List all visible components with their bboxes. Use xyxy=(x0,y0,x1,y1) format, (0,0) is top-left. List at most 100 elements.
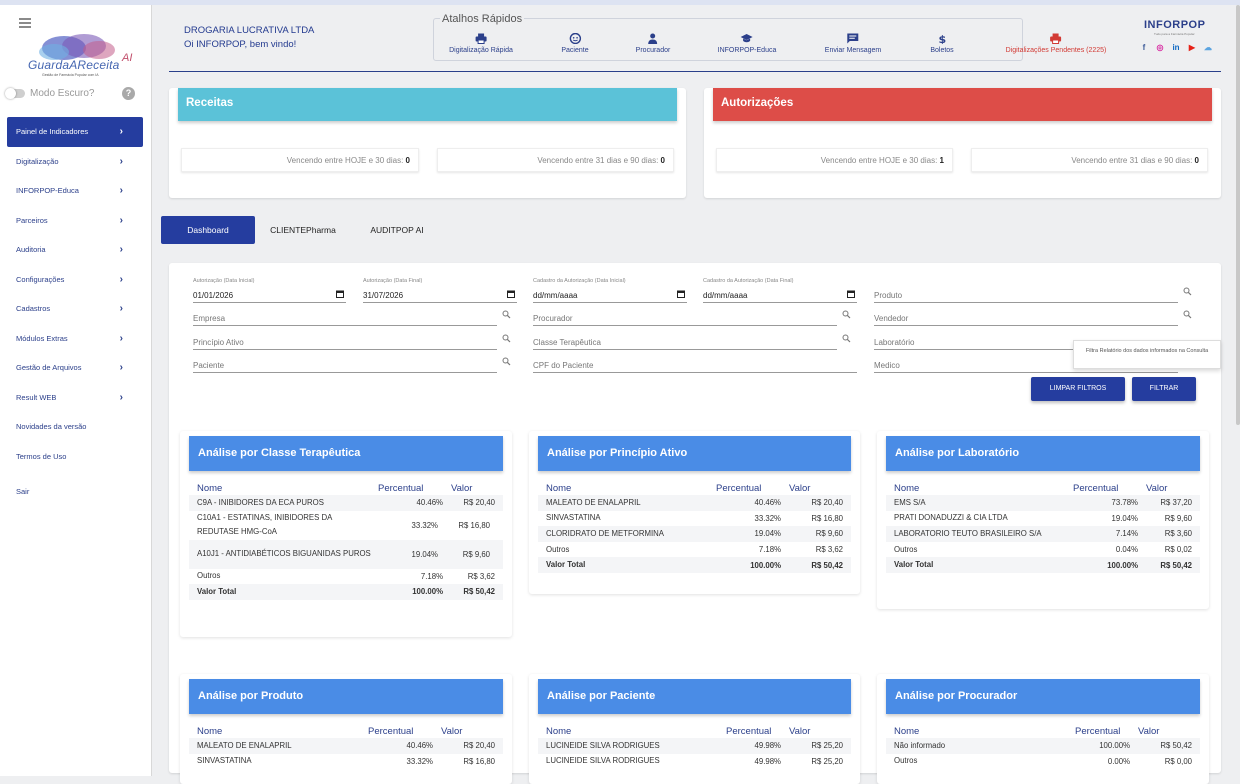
filter-button[interactable]: FILTRAR xyxy=(1132,377,1196,401)
linkedin-icon[interactable]: in xyxy=(1171,43,1181,53)
tab-clientepharma[interactable]: CLIENTEPharma xyxy=(258,216,348,244)
panel-title: Análise por Princípio Ativo xyxy=(538,436,851,471)
menu-icon[interactable] xyxy=(19,18,31,28)
table-row: A10J1 - ANTIDIABÉTICOS BIGUANIDAS PUROS 1… xyxy=(189,539,503,569)
shortcut-label: Paciente xyxy=(561,47,589,54)
clear-filters-button[interactable]: LIMPAR FILTROS xyxy=(1031,377,1125,401)
cell-percent: 0.00% xyxy=(1107,756,1130,766)
calendar-icon[interactable] xyxy=(507,290,515,298)
table-row: Outros 7.18% R$ 3,62 xyxy=(189,569,503,585)
sidebar-item-label: Termos de Uso xyxy=(16,451,67,461)
sidebar-item-parceiros[interactable]: Parceiros › xyxy=(7,206,143,236)
calendar-icon[interactable] xyxy=(336,290,344,298)
instagram-icon[interactable]: ◎ xyxy=(1155,43,1165,53)
cell-name: LUCINEIDE SILVA RODRIGUES xyxy=(546,740,660,750)
sidebar-item-configura-es[interactable]: Configurações › xyxy=(7,265,143,295)
dark-mode-toggle[interactable] xyxy=(5,88,25,99)
autorizacoes-90-days[interactable]: Vencendo entre 31 dias e 90 dias: 0 xyxy=(971,148,1208,172)
autorizacoes-30-days[interactable]: Vencendo entre HOJE e 30 dias: 1 xyxy=(716,148,953,172)
total-row: Valor Total 100.00% R$ 50,42 xyxy=(189,584,503,600)
cell-name: Valor Total xyxy=(197,586,237,596)
search-icon[interactable] xyxy=(502,334,511,343)
search-icon[interactable] xyxy=(502,357,511,366)
company-name: DROGARIA LUCRATIVA LTDA xyxy=(184,25,315,36)
receitas-90-days[interactable]: Vencendo entre 31 dias e 90 dias: 0 xyxy=(437,148,674,172)
shortcut-inforpop-educa[interactable]: INFORPOP-Educa xyxy=(718,33,776,54)
cell-value: R$ 20,40 xyxy=(811,498,843,508)
dark-mode-row: Modo Escuro? ? xyxy=(5,87,146,101)
tab-dashboard[interactable]: Dashboard xyxy=(161,216,255,244)
autorizacao-data-inicial-field[interactable]: Autorização (Data Inicial) 01/01/2026 xyxy=(193,278,346,303)
cell-value: R$ 0,00 xyxy=(1164,756,1192,766)
logo: GuardaAReceita AI Gestão de Farmácia Pop… xyxy=(24,31,136,83)
sidebar-item-label: INFORPOP-Educa xyxy=(16,186,79,196)
classe-terapeutica-field[interactable]: Classe Terapêutica xyxy=(533,336,837,350)
autorizacao-data-final-field[interactable]: Autorização (Data Final) 31/07/2026 xyxy=(363,278,517,303)
sidebar-item-label: Sair xyxy=(16,487,30,497)
search-icon[interactable] xyxy=(502,310,511,319)
mini-value: 1 xyxy=(939,156,944,165)
sidebar-item-result-web[interactable]: Result WEB › xyxy=(7,383,143,413)
sidebar-item-m-dulos-extras[interactable]: Módulos Extras › xyxy=(7,324,143,354)
produto-field[interactable]: Produto xyxy=(874,289,1178,303)
analysis-panel: Análise por Classe Terapêutica Nome Percen… xyxy=(180,431,512,637)
youtube-icon[interactable]: ▶ xyxy=(1187,43,1197,53)
field-placeholder: Vendedor xyxy=(874,314,909,323)
sidebar-item-auditoria[interactable]: Auditoria › xyxy=(7,235,143,265)
shortcut-label: Digitalizações Pendentes (2225) xyxy=(1005,47,1107,54)
vendedor-field[interactable]: Vendedor xyxy=(874,312,1178,326)
procurador-field[interactable]: Procurador xyxy=(533,312,837,326)
cadastro-data-final-field[interactable]: Cadastro da Autorização (Data Final) dd/… xyxy=(703,278,857,303)
empresa-field[interactable]: Empresa xyxy=(193,312,497,326)
table-row: Não informado 100.00% R$ 50,42 xyxy=(886,738,1200,754)
cloud-icon[interactable]: ☁ xyxy=(1203,43,1213,53)
cell-name: A10J1 - ANTIDIABÉTICOS BIGUANIDAS PUROS xyxy=(197,549,371,559)
cell-value: R$ 20,40 xyxy=(463,741,495,751)
cell-name: LABORATORIO TEUTO BRASILEIRO S/A xyxy=(894,528,1042,538)
shortcut-boletos[interactable]: $ Boletos xyxy=(930,33,953,54)
shortcut-paciente[interactable]: Paciente xyxy=(561,33,589,54)
sidebar-item-sair[interactable]: Sair xyxy=(7,477,143,507)
field-placeholder: Laboratório xyxy=(874,338,915,347)
field-placeholder: Empresa xyxy=(193,314,226,323)
cadastro-data-inicial-field[interactable]: Cadastro da Autorização (Data Inicial) d… xyxy=(533,278,687,303)
mini-value: 0 xyxy=(405,156,410,165)
cell-value: R$ 9,60 xyxy=(815,529,843,539)
column-header: Nome xyxy=(197,725,223,737)
table-header: Nome Percentual Valor xyxy=(886,481,1200,495)
sidebar-item-painel-de-indicadores[interactable]: Painel de Indicadores › xyxy=(7,117,143,147)
principio-ativo-field[interactable]: Princípio Ativo xyxy=(193,336,497,350)
panel-table: Nome Percentual Valor EMS S/A 73.78% R$ 37,20… xyxy=(886,481,1200,573)
search-icon[interactable] xyxy=(1183,310,1192,319)
search-icon[interactable] xyxy=(1183,287,1192,296)
chevron-right-icon: › xyxy=(119,303,123,315)
search-icon[interactable] xyxy=(842,310,851,319)
cell-name: EMS S/A xyxy=(894,497,926,507)
sidebar-item-termos-de-uso[interactable]: Termos de Uso xyxy=(7,442,143,472)
shortcut-digitaliza-o-r-pida[interactable]: Digitalização Rápida xyxy=(449,33,513,54)
tab-auditpop-ai[interactable]: AUDITPOP AI xyxy=(352,216,442,244)
facebook-icon[interactable]: f xyxy=(1139,43,1149,53)
column-header: Percentual xyxy=(1075,725,1121,737)
quick-shortcuts-title: Atalhos Rápidos xyxy=(440,13,525,25)
sidebar-item-novidades-da-vers-o[interactable]: Novidades da versão xyxy=(7,412,143,442)
sidebar-item-inforpop-educa[interactable]: INFORPOP-Educa › xyxy=(7,176,143,206)
total-row: Valor Total 100.00% R$ 50,42 xyxy=(886,557,1200,573)
shortcut-procurador[interactable]: Procurador xyxy=(636,33,670,54)
search-icon[interactable] xyxy=(842,334,851,343)
paciente-field[interactable]: Paciente xyxy=(193,359,497,373)
table-row: PRATI DONADUZZI & CIA LTDA 19.04% R$ 9,60 xyxy=(886,511,1200,527)
table-header: Nome Percentual Valor xyxy=(538,724,851,738)
sidebar-item-gest-o-de-arquivos[interactable]: Gestão de Arquivos › xyxy=(7,353,143,383)
cpf-paciente-field[interactable]: CPF do Paciente xyxy=(533,359,857,373)
calendar-icon[interactable] xyxy=(677,290,685,298)
receitas-30-days[interactable]: Vencendo entre HOJE e 30 dias: 0 xyxy=(181,148,419,172)
cell-percent: 40.46% xyxy=(754,498,781,508)
calendar-icon[interactable] xyxy=(847,290,855,298)
page-scrollbar[interactable] xyxy=(1236,5,1240,425)
shortcut-enviar-mensagem[interactable]: Enviar Mensagem xyxy=(825,33,881,54)
sidebar-item-digitaliza-o[interactable]: Digitalização › xyxy=(7,147,143,177)
sidebar-item-cadastros[interactable]: Cadastros › xyxy=(7,294,143,324)
help-icon[interactable]: ? xyxy=(122,87,135,100)
shortcut-digitaliza-es-pendentes-2225[interactable]: Digitalizações Pendentes (2225) xyxy=(1005,33,1107,54)
